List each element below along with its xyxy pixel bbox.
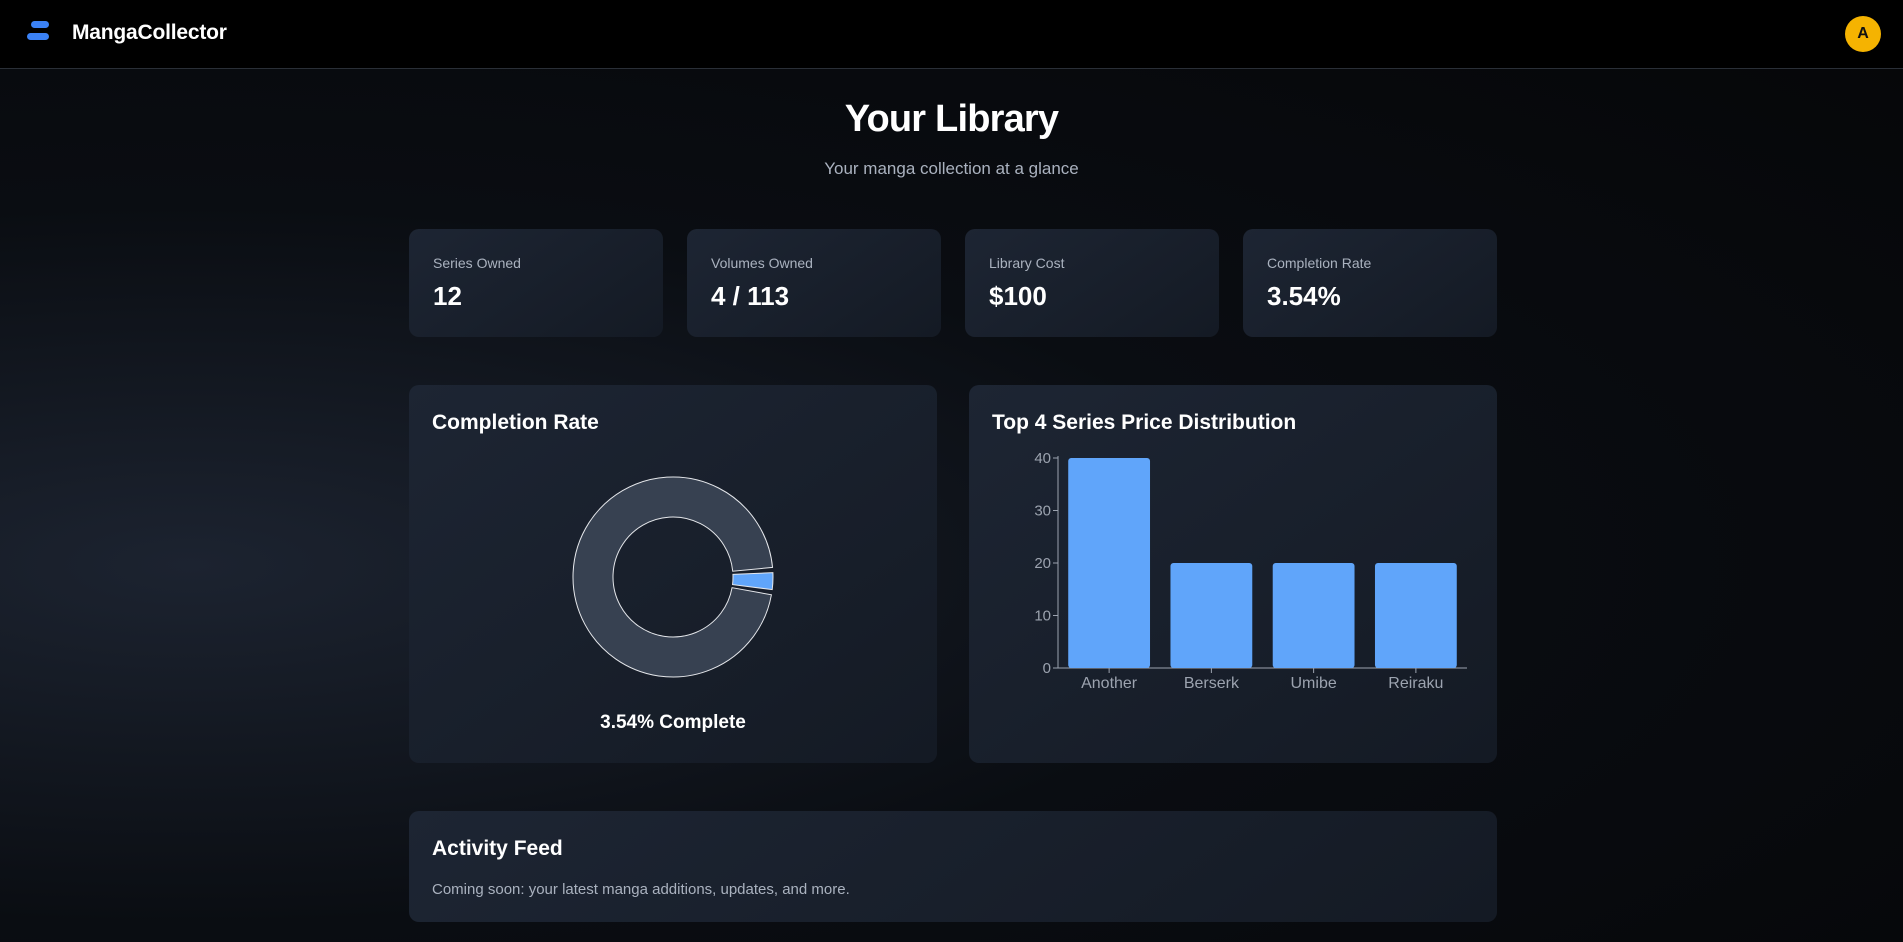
x-tick-label: Berserk bbox=[1184, 675, 1240, 692]
bar-reiraku[interactable] bbox=[1374, 563, 1457, 668]
bar-berserk[interactable] bbox=[1170, 563, 1253, 668]
donut-slice-owned[interactable] bbox=[731, 572, 774, 591]
price-bar-chart: 0 10 20 30 40 Another Berserk Umibe Reiraku bbox=[1034, 450, 1467, 692]
x-tick-label: Umibe bbox=[1291, 675, 1337, 692]
y-tick-label: 0 bbox=[1043, 660, 1051, 677]
stat-label: Series Owned bbox=[433, 255, 521, 271]
page-title: Your Library bbox=[844, 98, 1059, 140]
donut-caption: 3.54% Complete bbox=[600, 712, 746, 733]
avatar[interactable]: A bbox=[1845, 16, 1881, 52]
stat-label: Library Cost bbox=[989, 255, 1065, 271]
completion-rate-panel: Completion Rate 3.54% Complete bbox=[409, 385, 937, 763]
price-distribution-panel: Top 4 Series Price Distribution 0 10 20 30 4… bbox=[969, 385, 1497, 763]
completion-donut-chart bbox=[572, 476, 774, 678]
stat-label: Completion Rate bbox=[1267, 255, 1372, 271]
stat-value: $100 bbox=[989, 281, 1047, 311]
app-title[interactable]: MangaCollector bbox=[72, 21, 227, 45]
stat-card-library-cost: Library Cost $100 bbox=[965, 229, 1219, 337]
y-tick-label: 30 bbox=[1034, 503, 1051, 520]
y-tick-label: 10 bbox=[1034, 608, 1051, 625]
page-subtitle: Your manga collection at a glance bbox=[824, 159, 1079, 178]
activity-feed-panel: Activity Feed Coming soon: your latest m… bbox=[409, 811, 1497, 922]
stat-card-completion-rate: Completion Rate 3.54% bbox=[1243, 229, 1497, 337]
panel-title: Activity Feed bbox=[432, 837, 563, 860]
top-navbar: MangaCollector A bbox=[0, 0, 1903, 69]
stat-value: 4 / 113 bbox=[711, 281, 790, 311]
activity-text: Coming soon: your latest manga additions… bbox=[432, 881, 850, 898]
stat-value: 3.54% bbox=[1267, 281, 1341, 311]
stat-label: Volumes Owned bbox=[711, 255, 813, 271]
x-tick-label: Reiraku bbox=[1388, 675, 1443, 692]
bar-another[interactable] bbox=[1068, 458, 1151, 668]
y-tick-label: 20 bbox=[1034, 555, 1051, 572]
x-tick-label: Another bbox=[1081, 675, 1138, 692]
stat-value: 12 bbox=[433, 281, 462, 311]
logo-icon[interactable] bbox=[27, 20, 51, 44]
stat-card-series-owned: Series Owned 12 bbox=[409, 229, 663, 337]
stat-card-volumes-owned: Volumes Owned 4 / 113 bbox=[687, 229, 941, 337]
bar-umibe[interactable] bbox=[1272, 563, 1355, 668]
y-tick-label: 40 bbox=[1034, 450, 1051, 467]
